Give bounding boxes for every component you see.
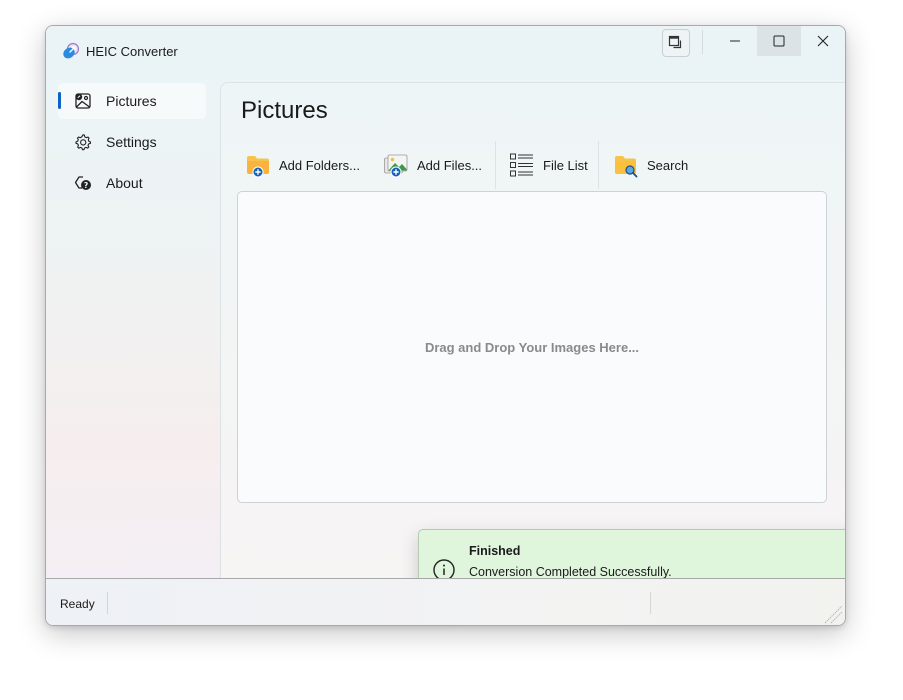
maximize-button[interactable] [757,26,801,56]
minimize-button[interactable] [713,26,757,56]
status-separator [107,592,108,614]
close-icon [817,35,829,47]
add-files-button[interactable]: Add Files... [383,145,482,185]
toolbar: Add Folders... Add Files... File List Se… [237,141,837,191]
drop-zone-hint: Drag and Drop Your Images Here... [424,340,640,355]
toast-message: Conversion Completed Successfully. [469,565,672,579]
add-folder-icon [247,156,269,178]
main-content: Pictures Add Folders... Add Files... Fil… [220,82,845,610]
toolbar-button-label: Search [647,157,689,173]
compact-overlay-icon [668,35,682,49]
compact-overlay-button[interactable] [662,29,690,57]
sidebar-item-label: About [106,175,143,191]
app-window: HEIC Converter Pictures Settings ? About… [45,25,846,626]
maximize-icon [773,35,785,47]
image-drop-zone[interactable]: Drag and Drop Your Images Here... [237,191,827,503]
status-text: Ready [60,597,95,611]
resize-grip-icon[interactable] [823,604,843,624]
toast-title: Finished [469,544,521,558]
minimize-icon [730,40,740,42]
status-separator [650,592,651,614]
sidebar-item-pictures[interactable]: Pictures [58,83,206,119]
sidebar-item-settings[interactable]: Settings [58,124,206,160]
sidebar-item-label: Settings [106,134,157,150]
gear-icon [75,134,92,151]
status-bar: Ready [46,578,845,625]
app-title: HEIC Converter [86,44,178,59]
sidebar-item-label: Pictures [106,93,157,109]
add-image-file-icon [384,154,408,178]
heic-converter-logo-icon [63,42,80,59]
close-button[interactable] [801,26,845,56]
file-list-button[interactable]: File List [509,145,588,185]
about-help-icon: ? [74,176,91,190]
toolbar-button-label: Add Files... [417,157,483,173]
file-list-icon [510,153,533,177]
toolbar-button-label: Add Folders... [279,157,360,173]
title-bar[interactable]: HEIC Converter [46,26,845,80]
pictures-icon [75,93,91,109]
search-button[interactable]: Search [613,145,688,185]
selection-indicator [58,92,61,109]
toolbar-separator [495,141,496,189]
page-title: Pictures [241,97,328,124]
titlebar-separator [702,30,703,54]
add-folders-button[interactable]: Add Folders... [245,145,360,185]
svg-text:?: ? [84,181,88,190]
sidebar-item-about[interactable]: ? About [58,165,206,201]
sidebar-nav: Pictures Settings ? About [46,80,220,578]
folder-search-icon [615,156,638,178]
toolbar-button-label: File List [543,157,588,173]
toolbar-separator [598,141,599,189]
